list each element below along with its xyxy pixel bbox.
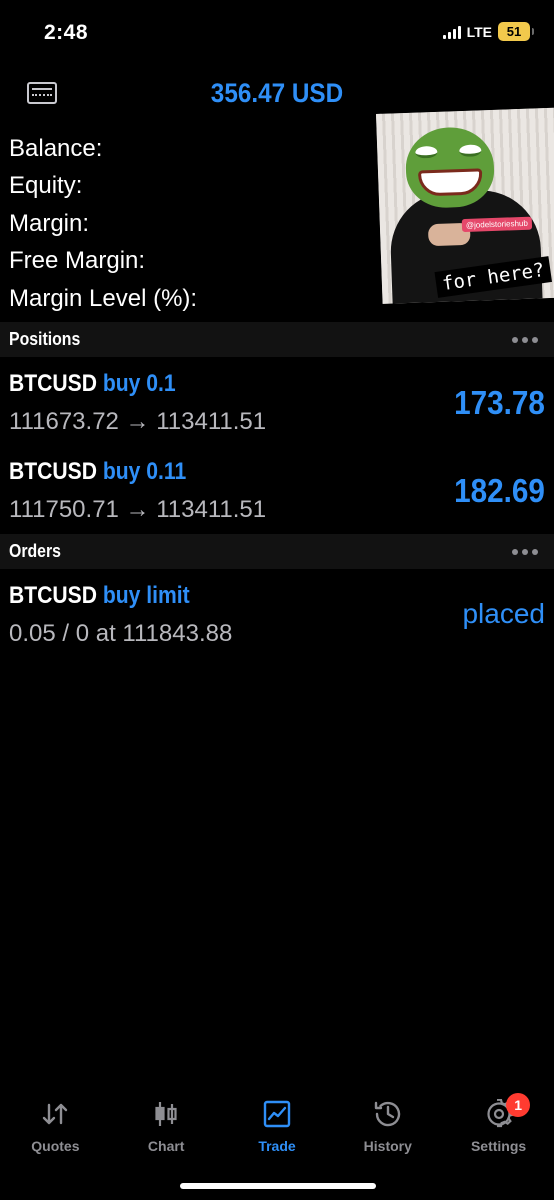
trade-chart-icon (259, 1096, 295, 1132)
battery-icon: 51 (498, 22, 534, 41)
section-title: Positions (9, 329, 81, 349)
header: 356.47 USD (0, 72, 554, 116)
position-symbol: BTCUSD (9, 370, 97, 397)
notification-badge: 1 (506, 1093, 531, 1117)
summary-label: Margin Level (%): (9, 284, 198, 312)
position-row[interactable]: BTCUSD buy 0.11 111750.71 → 113411.51 18… (0, 450, 554, 535)
positions-section-header: Positions (0, 322, 554, 357)
tab-trade[interactable]: Trade (222, 1090, 333, 1170)
position-symbol: BTCUSD (9, 458, 97, 485)
position-title: BTCUSD buy 0.11 (9, 458, 186, 486)
status-indicators: LTE 51 (442, 22, 534, 41)
order-side: buy limit (102, 582, 190, 609)
position-prices: 111673.72 → 113411.51 (9, 408, 267, 435)
orders-section-header: Orders (0, 534, 554, 569)
status-time: 2:48 (44, 21, 89, 44)
history-clock-icon (370, 1096, 406, 1132)
tab-label: Quotes (31, 1138, 80, 1154)
summary-label: Margin: (9, 209, 90, 237)
more-options-icon[interactable] (512, 548, 538, 555)
order-details: 0.05 / 0 at 111843.88 (9, 620, 233, 647)
tab-label: Trade (258, 1138, 296, 1154)
summary-label: Equity: (9, 172, 83, 200)
position-side: buy 0.1 (102, 370, 176, 397)
position-title: BTCUSD buy 0.1 (9, 370, 176, 398)
tab-settings[interactable]: 1 Settings (443, 1090, 554, 1170)
meme-overlay-image: @jodelstorieshub for here? (376, 107, 554, 304)
page-title: 356.47 USD (210, 78, 344, 108)
position-row[interactable]: BTCUSD buy 0.1 111673.72 → 113411.51 173… (0, 362, 554, 447)
meme-eye (415, 145, 438, 159)
tab-label: Chart (147, 1138, 185, 1154)
section-title: Orders (9, 541, 61, 561)
tab-chart[interactable]: Chart (111, 1090, 222, 1170)
order-status: placed (462, 598, 545, 629)
quotes-arrows-icon (37, 1096, 73, 1132)
tab-label: History (363, 1138, 412, 1154)
position-profit: 173.78 (454, 384, 545, 421)
summary-label: Free Margin: (9, 247, 146, 275)
more-options-icon[interactable] (512, 336, 538, 343)
position-profit: 182.69 (454, 472, 545, 509)
network-label: LTE (466, 23, 492, 40)
order-title: BTCUSD buy limit (9, 582, 190, 610)
summary-label: Balance: (9, 134, 103, 162)
meme-mouth (417, 168, 483, 197)
position-prices: 111750.71 → 113411.51 (9, 496, 267, 523)
meme-tag: @jodelstorieshub (461, 216, 533, 233)
candlestick-icon (148, 1096, 184, 1132)
position-side: buy 0.11 (102, 458, 187, 485)
tab-bar: Quotes Chart Trade History 1 Settings (0, 1090, 554, 1170)
meme-eye (459, 144, 482, 158)
order-row[interactable]: BTCUSD buy limit 0.05 / 0 at 111843.88 p… (0, 574, 554, 659)
tab-label: Settings (470, 1138, 527, 1154)
tab-history[interactable]: History (332, 1090, 443, 1170)
status-bar: 2:48 LTE 51 (0, 0, 554, 66)
home-indicator (180, 1183, 376, 1189)
signal-icon (442, 25, 461, 39)
tab-quotes[interactable]: Quotes (0, 1090, 111, 1170)
order-symbol: BTCUSD (9, 582, 97, 609)
